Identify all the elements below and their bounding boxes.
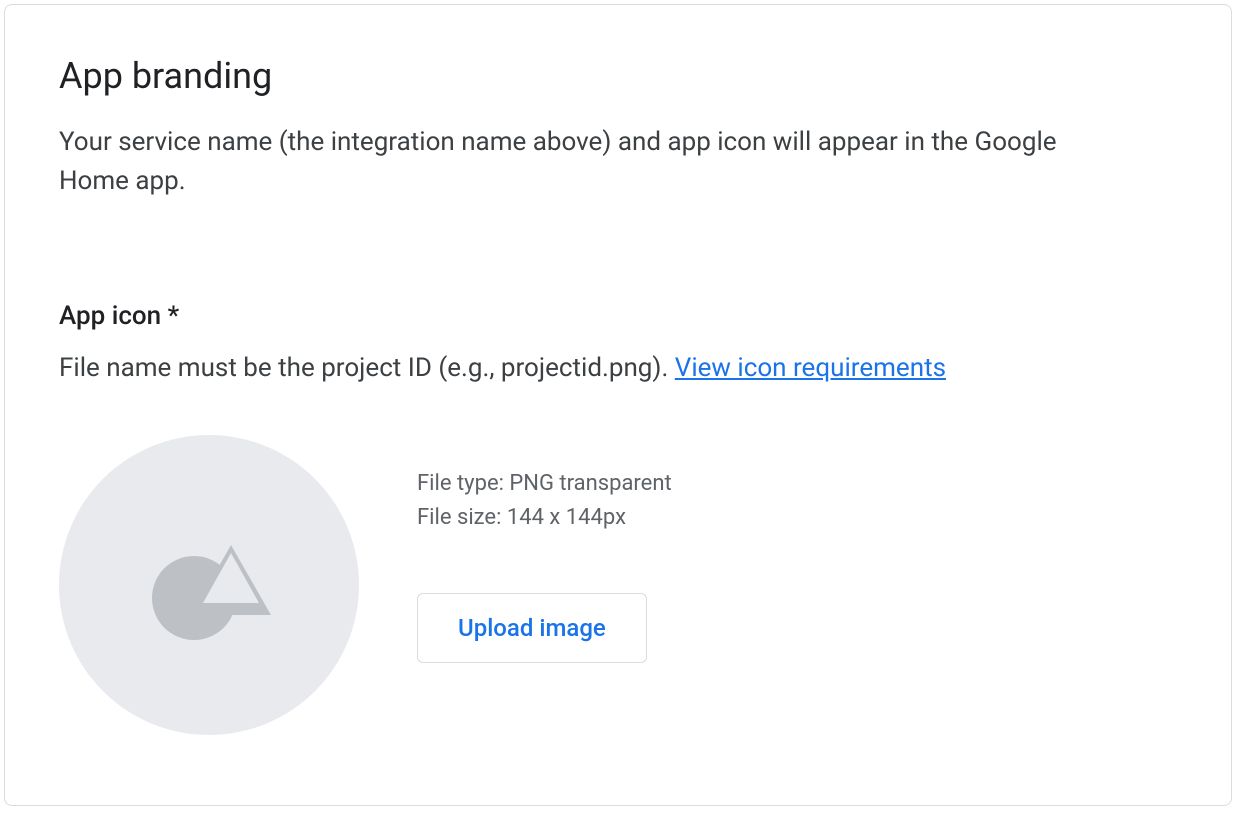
file-size-text: File size: 144 x 144px bbox=[417, 501, 672, 535]
app-branding-card: App branding Your service name (the inte… bbox=[4, 4, 1232, 806]
app-icon-hint-text: File name must be the project ID (e.g., … bbox=[59, 353, 675, 383]
app-icon-hint: File name must be the project ID (e.g., … bbox=[59, 353, 1177, 383]
shapes-icon bbox=[139, 523, 279, 647]
app-icon-row: File type: PNG transparent File size: 14… bbox=[59, 435, 1177, 735]
app-icon-details: File type: PNG transparent File size: 14… bbox=[417, 435, 672, 663]
app-icon-field: App icon * File name must be the project… bbox=[59, 301, 1177, 735]
file-type-text: File type: PNG transparent bbox=[417, 467, 672, 501]
section-description: Your service name (the integration name … bbox=[59, 123, 1119, 201]
section-title: App branding bbox=[59, 55, 1177, 97]
view-icon-requirements-link[interactable]: View icon requirements bbox=[675, 353, 946, 383]
app-icon-label: App icon * bbox=[59, 301, 1177, 331]
upload-image-button[interactable]: Upload image bbox=[417, 593, 647, 663]
app-icon-placeholder bbox=[59, 435, 359, 735]
